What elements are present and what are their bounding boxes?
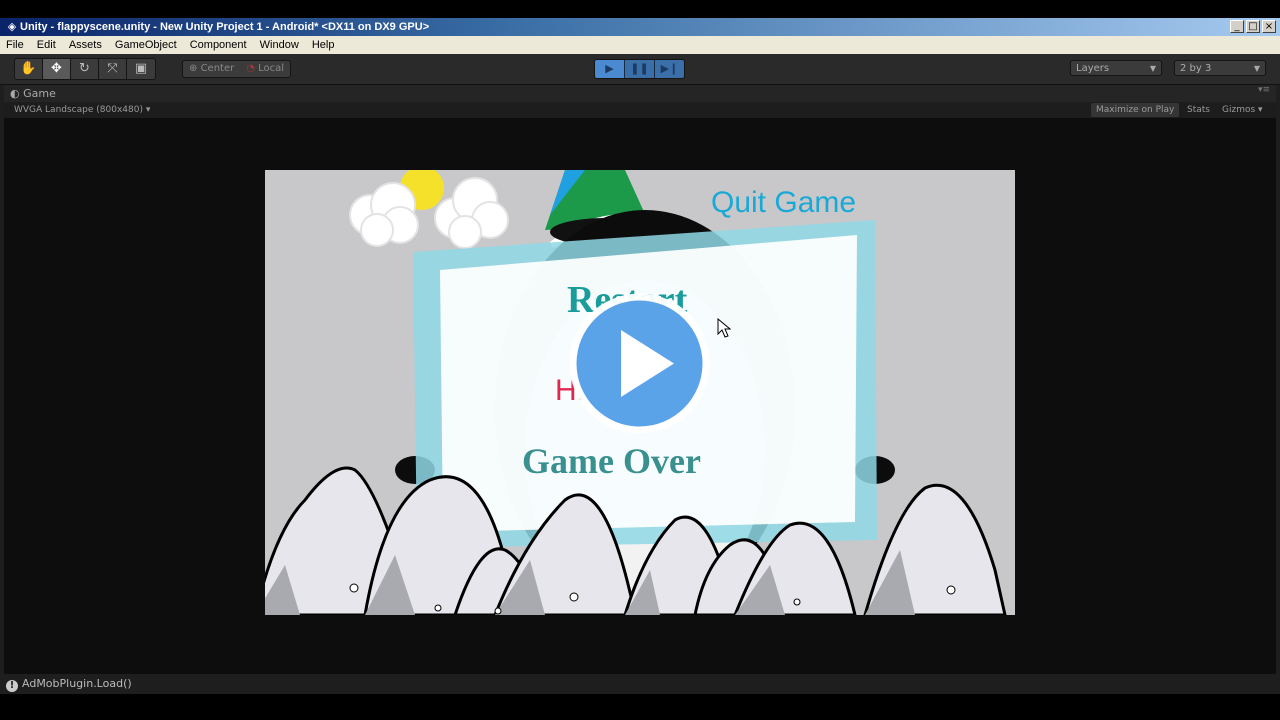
close-button[interactable]: × [1262,20,1276,33]
menu-gameobject[interactable]: GameObject [111,36,181,54]
scale-icon[interactable]: ⤧ [99,59,127,79]
aspect-label: WVGA Landscape (800x480) [14,105,143,115]
window-title: Unity - flappyscene.unity - New Unity Pr… [20,21,430,33]
play-controls: ▶ ❚❚ ▶❙ [594,59,685,79]
pivot-center-button[interactable]: ⊕ Center [183,61,240,77]
title-bar: ◈ Unity - flappyscene.unity - New Unity … [0,18,1280,36]
rotate-icon[interactable]: ↻ [71,59,99,79]
maximize-on-play-toggle[interactable]: Maximize on Play [1091,103,1180,117]
stats-toggle[interactable]: Stats [1187,102,1210,118]
console-message: AdMobPlugin.Load() [22,677,132,690]
menu-file[interactable]: File [2,36,28,54]
unity-logo-icon: ◈ [7,20,17,33]
rect-icon[interactable]: ▣ [127,59,155,79]
chevron-down-icon: ▾ [145,105,151,115]
game-tab-bar: ◐ Game ▾≡ [4,85,1276,102]
hand-icon[interactable]: ✋ [15,59,43,79]
chevron-down-icon: ▼ [1149,64,1156,73]
play-icon[interactable]: ▶ [595,60,625,78]
gizmos-label: Gizmos [1222,105,1256,115]
console-status-bar[interactable]: ! AdMobPlugin.Load() [4,674,1276,694]
menu-window[interactable]: Window [256,36,303,54]
tab-menu-icon[interactable]: ▾≡ [1258,85,1270,95]
cloud-left [349,182,419,247]
move-icon[interactable]: ✥ [43,59,71,79]
menu-assets[interactable]: Assets [65,36,106,54]
minimize-button[interactable]: _ [1230,20,1244,33]
chevron-down-icon: ▼ [1253,64,1260,73]
step-icon[interactable]: ▶❙ [655,60,684,78]
transform-tools: ✋ ✥ ↻ ⤧ ▣ [14,58,156,80]
info-icon: ! [6,680,18,692]
video-play-button[interactable] [566,290,713,437]
game-over-text: Game Over [522,441,701,481]
menu-bar: File Edit Assets GameObject Component Wi… [0,36,1280,54]
pause-icon[interactable]: ❚❚ [625,60,655,78]
menu-edit[interactable]: Edit [33,36,60,54]
gizmos-dropdown[interactable]: Gizmos ▾ [1222,102,1263,118]
quit-game-button[interactable]: Quit Game [711,186,856,220]
layout-label: 2 by 3 [1180,63,1212,74]
main-toolbar: ✋ ✥ ↻ ⤧ ▣ ⊕ Center ◔ Local ▶ ❚❚ ▶❙ Layer… [0,54,1280,85]
cloud-right [434,177,509,249]
game-icon: ◐ [10,87,24,100]
tab-game-label: Game [23,87,56,100]
pivot-local-button[interactable]: ◔ Local [240,61,290,77]
mouse-cursor-icon [717,318,731,338]
pivot-toggle: ⊕ Center ◔ Local [182,60,292,78]
menu-component[interactable]: Component [186,36,251,54]
game-view-toolbar: WVGA Landscape (800x480) ▾ Maximize on P… [4,102,1276,118]
aspect-dropdown[interactable]: WVGA Landscape (800x480) ▾ [14,102,150,118]
layout-dropdown[interactable]: 2 by 3 ▼ [1174,60,1266,76]
tab-game[interactable]: ◐ Game [10,86,56,102]
layers-label: Layers [1076,63,1110,74]
menu-help[interactable]: Help [308,36,339,54]
maximize-button[interactable]: □ [1246,20,1260,33]
layers-dropdown[interactable]: Layers ▼ [1070,60,1162,76]
